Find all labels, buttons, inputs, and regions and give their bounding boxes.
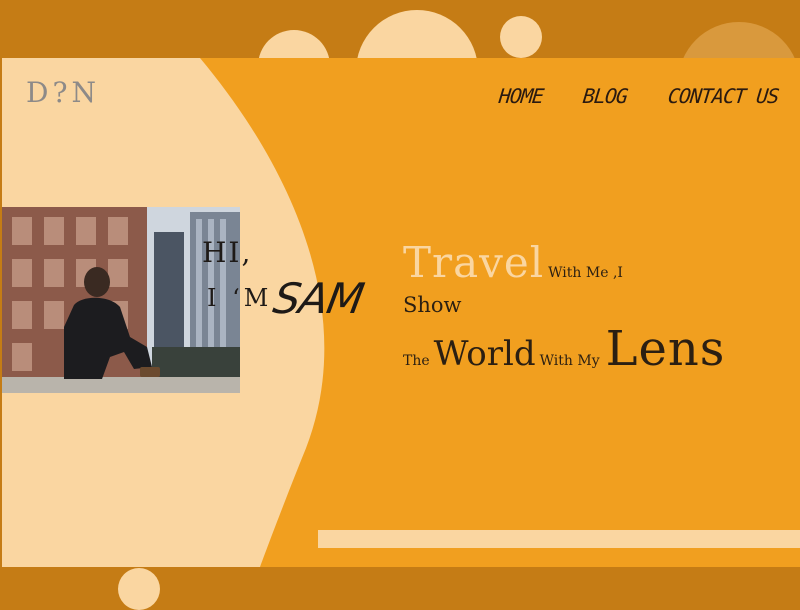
tagline-line-1: Travel With Me ,I	[403, 238, 725, 287]
site-logo[interactable]: D?N	[26, 76, 100, 109]
main-nav: HOME BLOG CONTACT US	[498, 84, 779, 108]
bottom-accent-bar	[318, 530, 800, 548]
person-sitting-rooftop-photo-icon	[2, 207, 240, 393]
nav-blog-link[interactable]: BLOG	[582, 84, 629, 108]
tagline-travel: Travel	[403, 238, 545, 287]
tagline-world: World	[433, 334, 536, 374]
tagline-lens: Lens	[605, 321, 726, 377]
nav-contact-link[interactable]: CONTACT US	[666, 84, 779, 108]
greeting-hi: HI,	[202, 236, 253, 269]
decorative-bubble	[118, 568, 160, 610]
tagline: Travel With Me ,I Show The World With My…	[403, 238, 725, 377]
hero-photo	[2, 207, 240, 393]
decorative-bubble	[500, 16, 542, 58]
tagline-show: Show	[403, 293, 462, 317]
nav-home-link[interactable]: HOME	[498, 84, 545, 108]
tagline-with-me: With Me ,I	[548, 265, 623, 281]
tagline-with-my: With My	[539, 353, 600, 369]
greeting-name: SAM	[269, 274, 367, 323]
tagline-line-2: Show	[403, 293, 725, 317]
hero-card: D?N HOME BLOG CONTACT US HI, I ‘M SAM Tr…	[2, 58, 800, 567]
tagline-line-3: The World With My Lens	[403, 321, 725, 377]
tagline-the: The	[403, 353, 430, 369]
greeting-im: I ‘M	[207, 284, 273, 312]
